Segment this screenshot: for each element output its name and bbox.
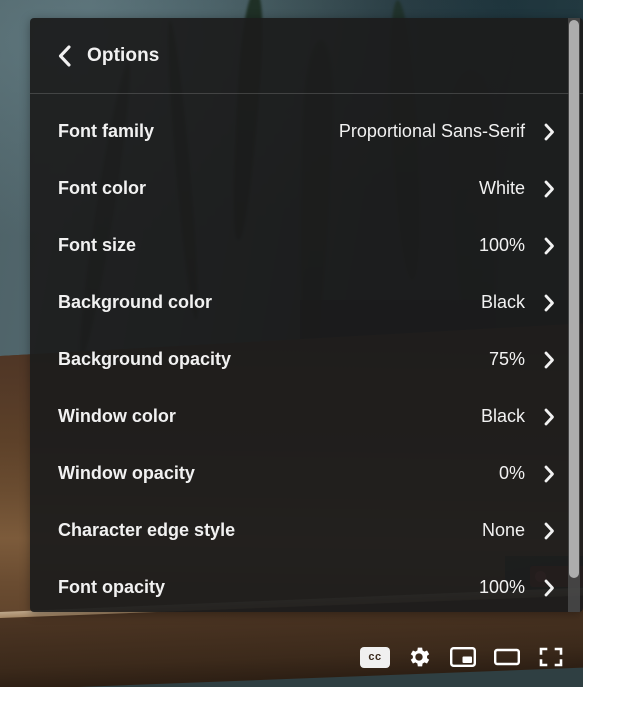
player-control-bar: cc [0,627,583,687]
chevron-right-icon[interactable] [537,408,561,426]
option-right: Proportional Sans-Serif [339,121,561,142]
cc-icon: cc [360,646,390,668]
gear-icon [406,644,432,670]
option-row-background-opacity[interactable]: Background opacity 75% [30,331,583,388]
option-label: Font family [58,121,155,141]
option-row-font-opacity[interactable]: Font opacity 100% [30,559,583,612]
option-label: Font opacity [58,577,165,597]
option-right: 0% [499,463,561,484]
panel-scrollbar[interactable] [568,18,580,612]
chevron-right-icon[interactable] [537,123,561,141]
captions-options-panel[interactable]: Options Font family Proportional Sans-Se… [30,18,583,612]
option-label: Window color [58,406,176,426]
option-right: 100% [479,577,561,598]
option-right: Black [481,292,561,313]
chevron-right-icon[interactable] [537,579,561,597]
option-right: None [482,520,561,541]
option-value: Black [480,406,525,426]
option-right: 100% [479,235,561,256]
option-row-font-color[interactable]: Font color White [30,160,583,217]
chevron-right-icon[interactable] [537,465,561,483]
settings-button[interactable] [397,635,441,679]
fullscreen-button[interactable] [529,635,573,679]
option-row-character-edge-style[interactable]: Character edge style None [30,502,583,559]
chevron-right-icon[interactable] [537,522,561,540]
video-page: Options Font family Proportional Sans-Se… [0,0,620,709]
option-value: 75% [488,349,525,369]
option-value: Black [480,292,525,312]
panel-header: Options [30,18,583,94]
option-value: 100% [478,577,525,597]
option-label: Font color [58,178,146,198]
option-right: 75% [489,349,561,370]
chevron-left-icon[interactable] [53,44,75,67]
option-row-window-opacity[interactable]: Window opacity 0% [30,445,583,502]
fullscreen-icon [538,645,564,669]
option-value: White [478,178,525,198]
option-label: Character edge style [58,520,236,540]
option-label: Window opacity [58,463,195,483]
theater-mode-icon [493,645,521,669]
miniplayer-button[interactable] [441,635,485,679]
option-value: None [481,520,525,540]
chevron-right-icon[interactable] [537,180,561,198]
option-right: White [479,178,561,199]
subtitles-cc-button[interactable]: cc [353,635,397,679]
video-player-stage[interactable]: Options Font family Proportional Sans-Se… [0,0,583,687]
theater-mode-button[interactable] [485,635,529,679]
option-row-window-color[interactable]: Window color Black [30,388,583,445]
option-label: Font size [58,235,137,255]
panel-title: Options [87,44,160,66]
chevron-right-icon[interactable] [537,237,561,255]
option-label: Background opacity [58,349,232,369]
option-value: 100% [478,235,525,255]
options-list: Font family Proportional Sans-Serif Font… [30,94,583,612]
option-row-background-color[interactable]: Background color Black [30,274,583,331]
option-value: Proportional Sans-Serif [338,121,525,141]
picture-in-picture-icon [449,645,477,669]
panel-scrollbar-thumb[interactable] [569,20,579,578]
option-right: Black [481,406,561,427]
option-row-font-size[interactable]: Font size 100% [30,217,583,274]
option-value: 0% [498,463,525,483]
chevron-right-icon[interactable] [537,294,561,312]
option-row-font-family[interactable]: Font family Proportional Sans-Serif [30,103,583,160]
option-label: Background color [58,292,213,312]
chevron-right-icon[interactable] [537,351,561,369]
